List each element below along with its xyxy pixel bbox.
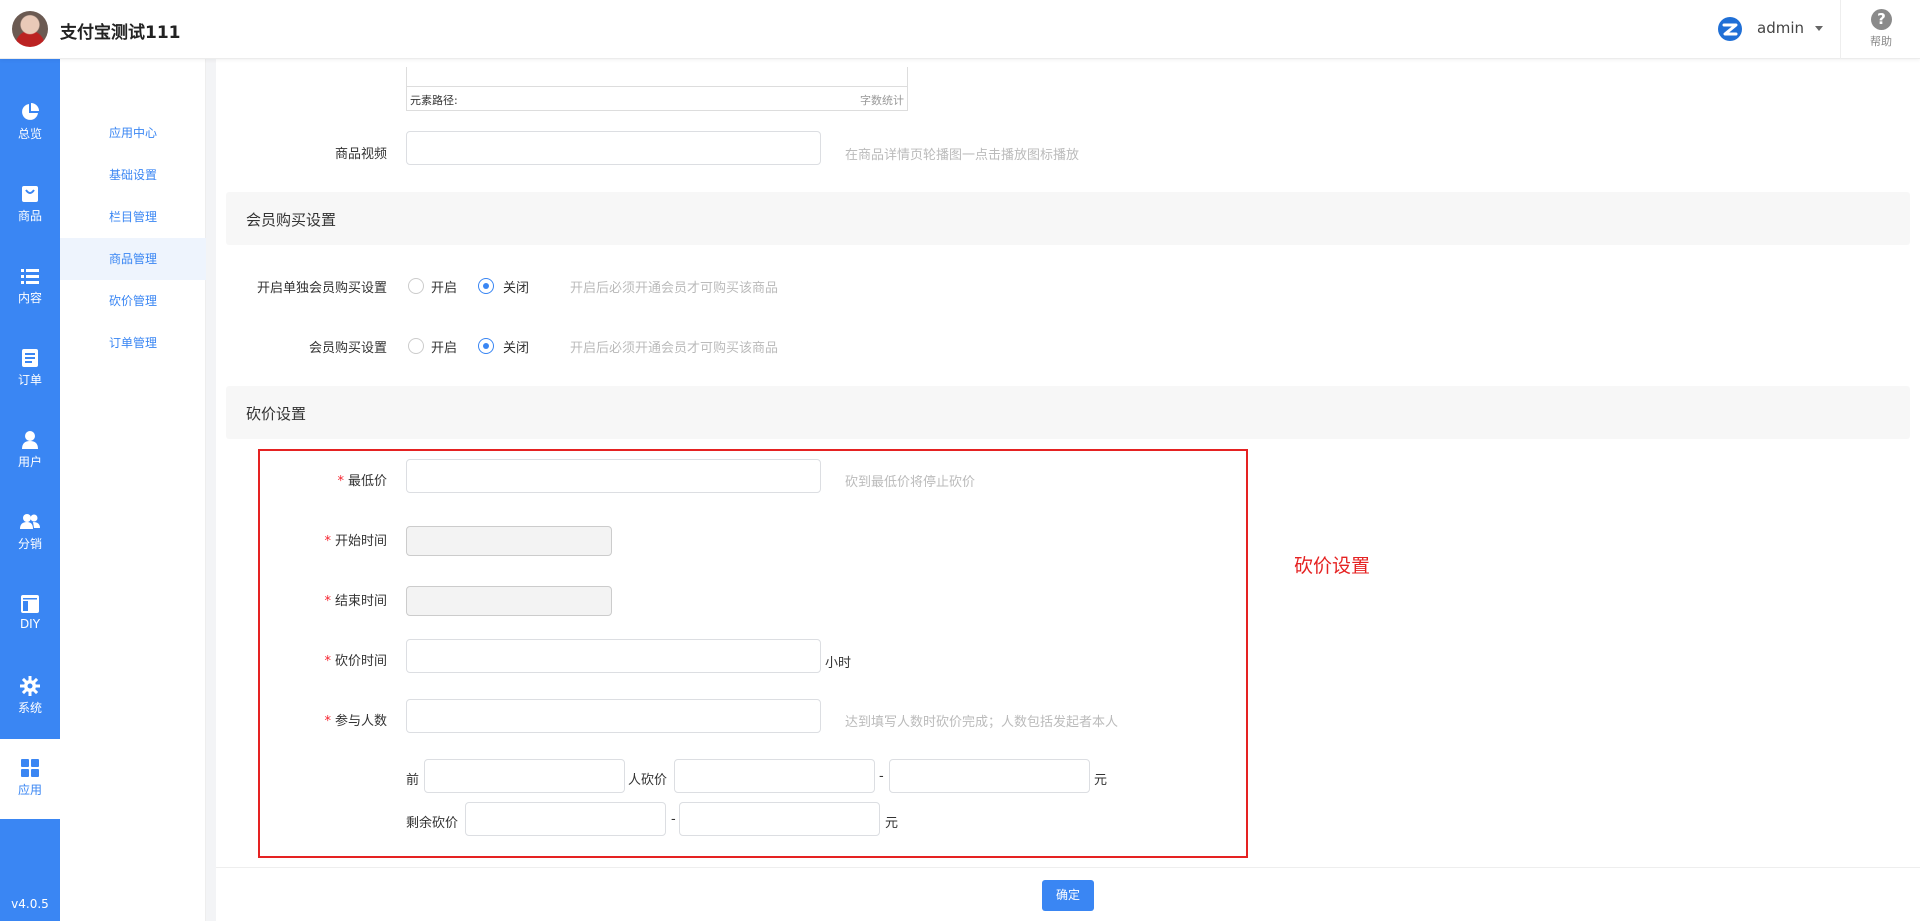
document-icon [22,349,38,367]
list-icon [21,269,39,284]
version-label: v4.0.5 [11,897,49,911]
confirm-button[interactable]: 确定 [1042,880,1094,911]
users-icon [20,514,40,529]
pie-chart-icon [22,103,39,120]
member-buy-hint: 开启后必须开通会员才可购买该商品 [570,341,779,356]
main-sidebar: 总览 商品 内容 订单 用户 分销 DIY 系统 应用 v4.0.5 [0,59,60,921]
radio-label[interactable]: 开启 [431,337,457,356]
member-buy-label: 会员购买设置 [308,341,387,356]
annotation-highlight-box [258,449,1248,858]
nav-item-orders[interactable]: 订单 [0,329,60,409]
nav-item-apps[interactable]: 应用 [0,739,60,819]
caret-down-icon[interactable] [1815,26,1823,31]
nav-item-goods[interactable]: 商品 [0,165,60,245]
subnav-item-order-management[interactable]: 订单管理 [60,322,206,364]
subnav-item-app-center[interactable]: 应用中心 [60,112,206,154]
radio-label[interactable]: 关闭 [503,277,529,296]
divider [1840,0,1841,59]
admin-username[interactable]: admin [1757,19,1804,37]
section-title: 会员购买设置 [246,211,337,229]
member-buy-off-radio[interactable] [478,338,494,354]
gear-icon [20,676,40,696]
subnav-item-bargain-management[interactable]: 砍价管理 [60,280,206,322]
radio-label[interactable]: 关闭 [503,337,529,356]
nav-item-overview[interactable]: 总览 [0,83,60,163]
word-count-label: 字数统计 [860,94,904,107]
radio-label[interactable]: 开启 [431,277,457,296]
shopping-bag-icon [22,186,38,202]
nav-label: 总览 [17,127,42,141]
nav-item-content[interactable]: 内容 [0,247,60,327]
subnav-item-column-management[interactable]: 栏目管理 [60,196,206,238]
layout-icon [21,595,39,613]
section-title: 砍价设置 [246,405,307,423]
single-member-on-radio[interactable] [408,278,424,294]
video-label: 商品视频 [334,147,387,162]
sub-sidebar: 应用中心 基础设置 栏目管理 商品管理 砍价管理 订单管理 [60,59,206,921]
avatar[interactable] [12,11,48,47]
nav-label: 订单 [17,373,42,387]
member-section-header: 会员购买设置 [226,192,1910,245]
user-icon [22,431,38,449]
help-label[interactable]: 帮助 [1870,33,1892,49]
nav-item-distribution[interactable]: 分销 [0,493,60,573]
nav-label: 应用 [17,783,42,797]
brand-logo-icon [1718,17,1742,41]
apps-grid-icon [21,759,39,777]
subnav-item-goods-management[interactable]: 商品管理 [60,238,206,280]
nav-label: 分销 [17,537,42,551]
member-buy-on-radio[interactable] [408,338,424,354]
annotation-label: 砍价设置 [1294,555,1371,577]
nav-label: DIY [19,617,41,631]
nav-label: 系统 [17,701,42,715]
nav-label: 商品 [17,209,42,223]
element-path-label: 元素路径: [410,94,458,107]
nav-label: 内容 [17,291,42,305]
video-hint: 在商品详情页轮播图一点击播放图标播放 [845,148,1080,163]
bargain-section-header: 砍价设置 [226,386,1910,439]
top-bar: 支付宝测试111 admin ? 帮助 [0,0,1920,59]
nav-label: 用户 [17,455,42,469]
nav-item-system[interactable]: 系统 [0,657,60,737]
single-member-label: 开启单独会员购买设置 [256,281,387,296]
nav-item-diy[interactable]: DIY [0,575,60,655]
video-input[interactable] [406,131,821,165]
app-title: 支付宝测试111 [60,23,181,43]
single-member-hint: 开启后必须开通会员才可购买该商品 [570,281,779,296]
help-icon[interactable]: ? [1871,9,1892,30]
single-member-off-radio[interactable] [478,278,494,294]
editor-footer: 元素路径: 字数统计 [406,86,908,111]
subnav-item-basic-settings[interactable]: 基础设置 [60,154,206,196]
nav-item-users[interactable]: 用户 [0,411,60,491]
